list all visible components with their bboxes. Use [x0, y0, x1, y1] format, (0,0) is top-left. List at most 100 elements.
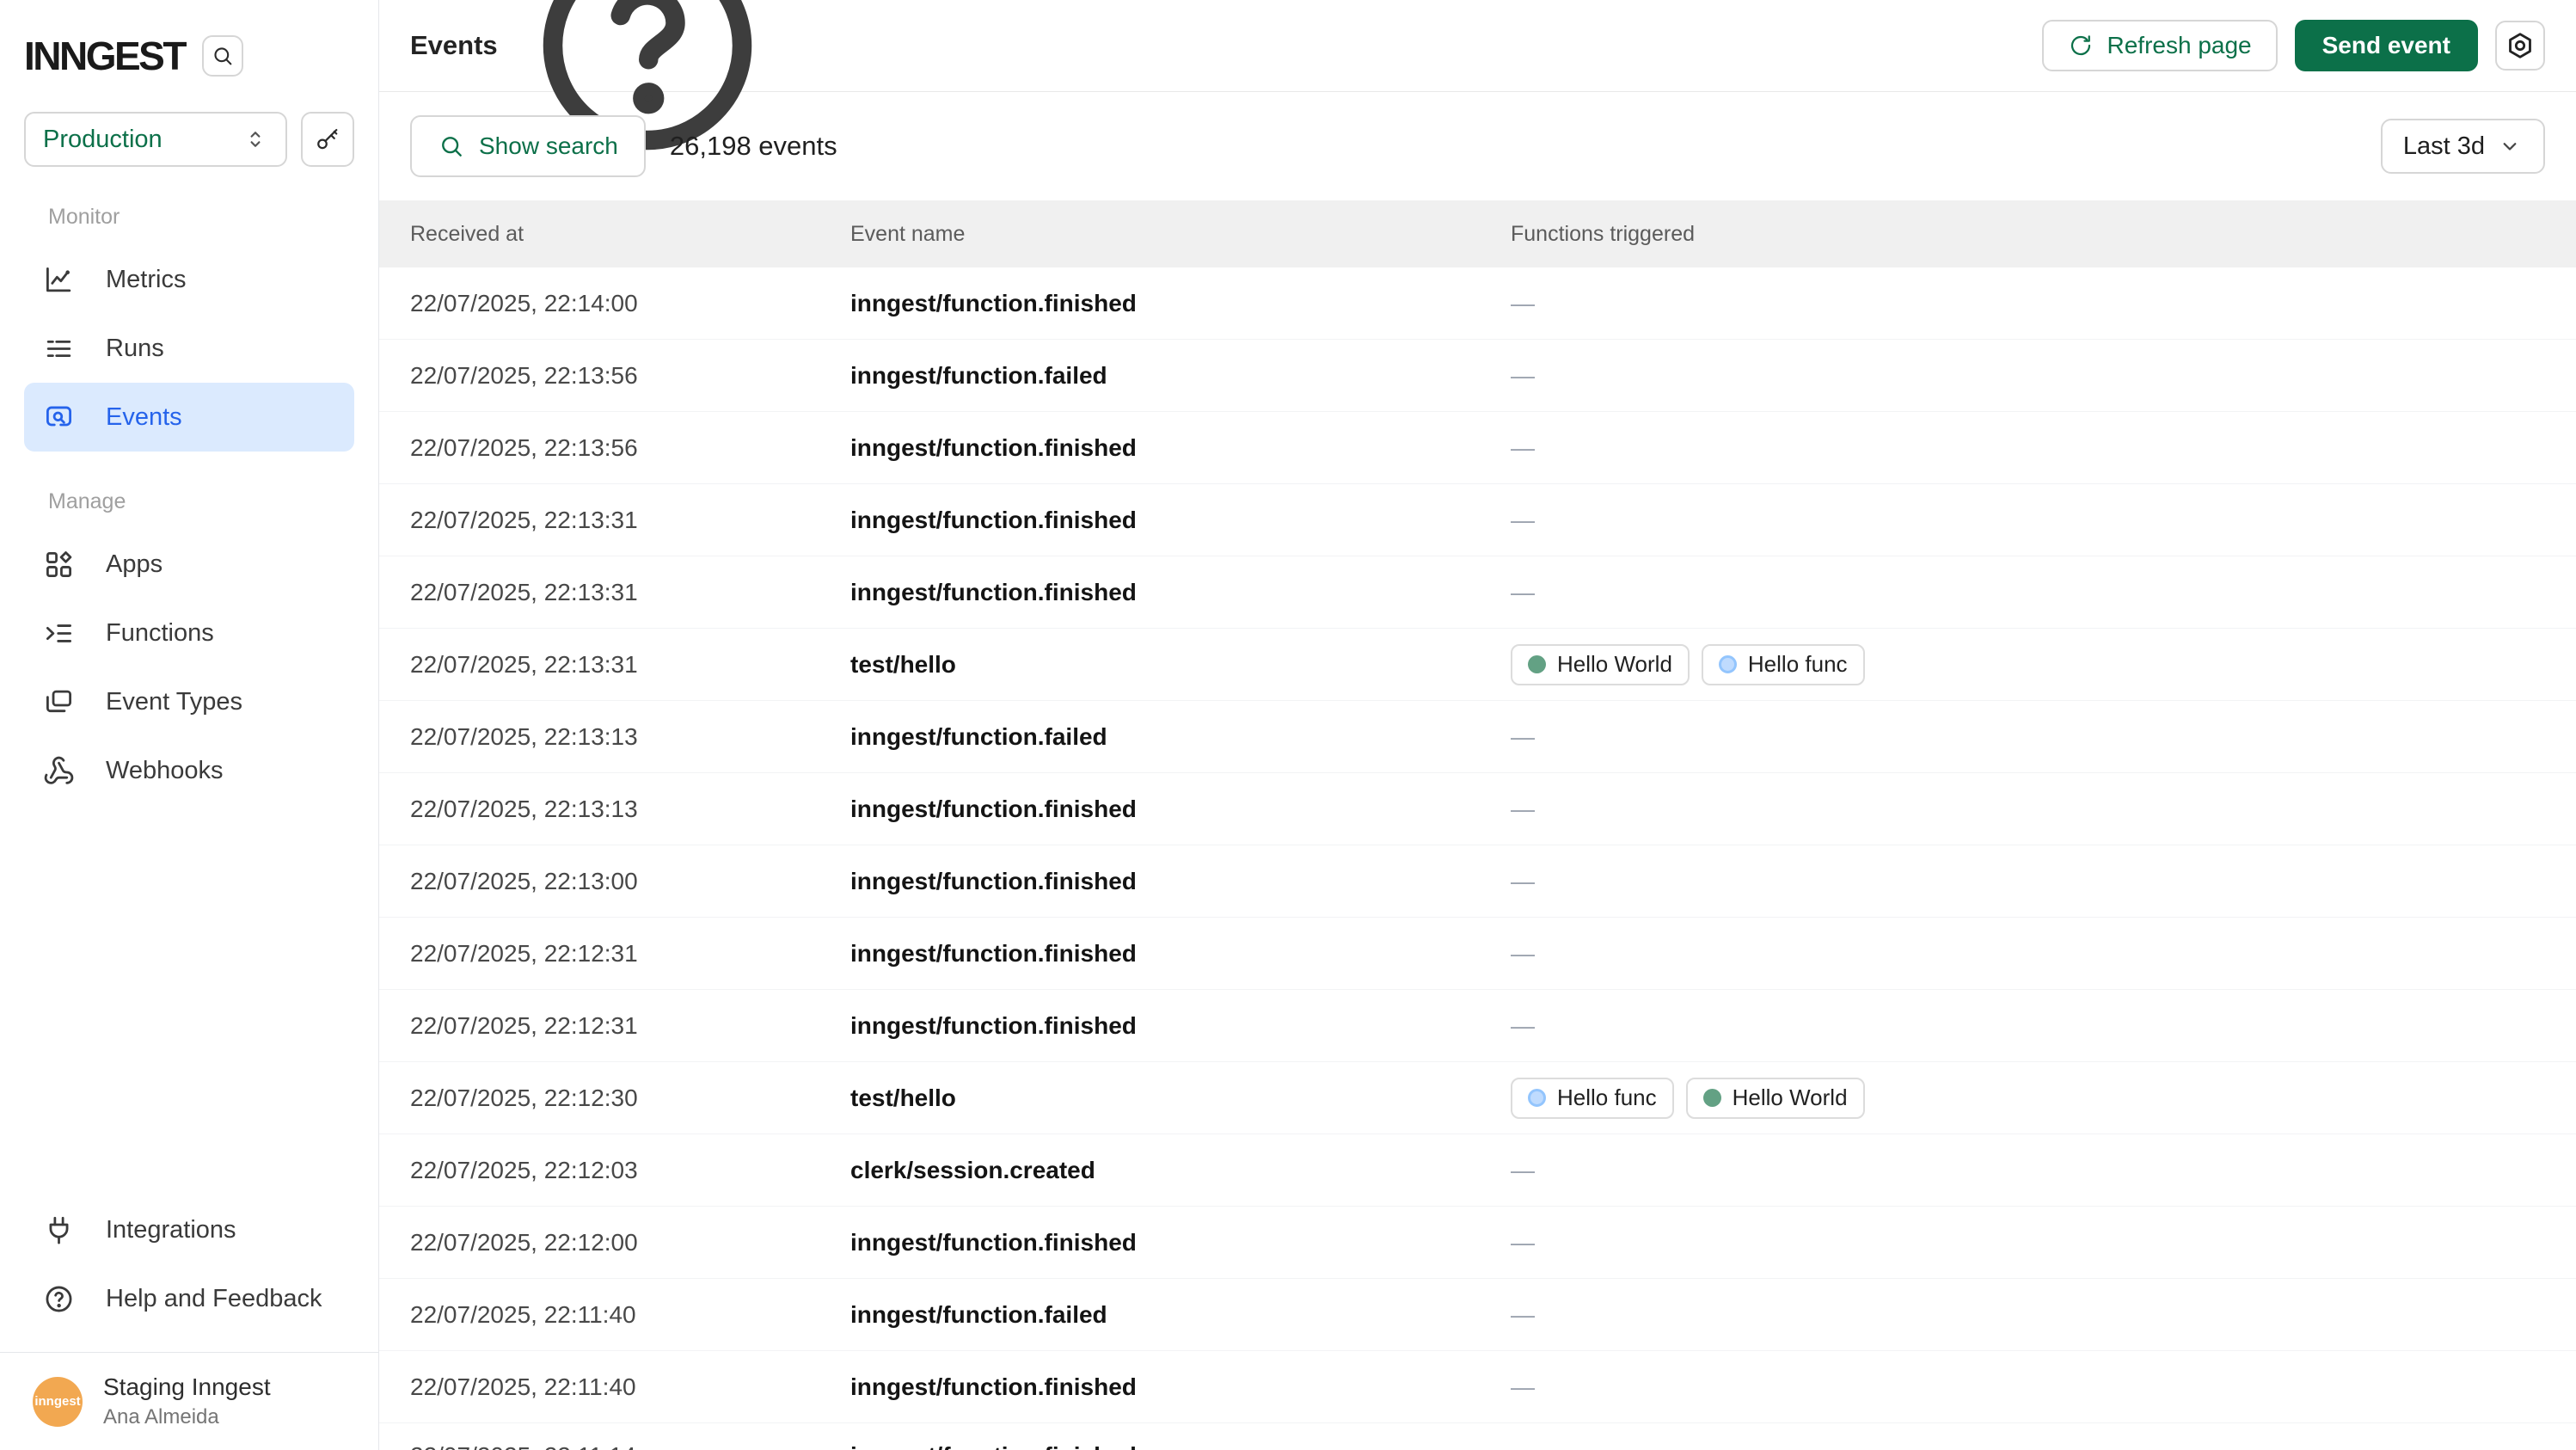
column-header-functions-triggered: Functions triggered	[1480, 222, 2576, 247]
function-badge[interactable]: Hello func	[1702, 644, 1865, 685]
functions-triggered-cell: —	[1480, 1229, 2576, 1256]
time-range-select[interactable]: Last 3d	[2381, 119, 2545, 174]
event-name-cell: inngest/function.failed	[819, 723, 1480, 751]
show-search-label: Show search	[479, 132, 618, 160]
column-header-event-name: Event name	[819, 222, 1480, 247]
account-menu[interactable]: inngest Staging Inngest Ana Almeida	[0, 1352, 378, 1450]
table-row[interactable]: 22/07/2025, 22:13:31 inngest/function.fi…	[379, 556, 2576, 629]
function-badge[interactable]: Hello func	[1511, 1078, 1674, 1119]
no-functions-marker: —	[1511, 1373, 1535, 1400]
functions-triggered-cell: —	[1480, 723, 2576, 751]
plug-icon	[43, 1214, 75, 1246]
function-status-dot	[1719, 655, 1737, 673]
sidebar-section-items: Apps Functions Event Types Webhooks	[24, 530, 354, 805]
table-row[interactable]: 22/07/2025, 22:12:31 inngest/function.fi…	[379, 990, 2576, 1062]
event-name-cell: inngest/function.finished	[819, 579, 1480, 606]
table-row[interactable]: 22/07/2025, 22:13:31 inngest/function.fi…	[379, 484, 2576, 556]
no-functions-marker: —	[1511, 507, 1535, 533]
event-name-cell: inngest/function.finished	[819, 1423, 1480, 1450]
function-badge-label: Hello func	[1748, 651, 1848, 678]
sidebar-item-events[interactable]: Events	[24, 383, 354, 452]
send-event-button[interactable]: Send event	[2295, 20, 2478, 71]
function-badge[interactable]: Hello World	[1511, 644, 1690, 685]
key-icon	[315, 126, 340, 152]
table-row[interactable]: 22/07/2025, 22:13:56 inngest/function.fa…	[379, 340, 2576, 412]
received-at-cell: 22/07/2025, 22:13:13	[379, 723, 819, 751]
sidebar-item-metrics[interactable]: Metrics	[24, 245, 354, 314]
select-chevrons-icon	[242, 126, 268, 152]
received-at-cell: 22/07/2025, 22:12:00	[379, 1229, 819, 1256]
event-name-cell: inngest/function.finished	[819, 1373, 1480, 1401]
table-row[interactable]: 22/07/2025, 22:12:00 inngest/function.fi…	[379, 1207, 2576, 1279]
event-name-cell: test/hello	[819, 1084, 1480, 1112]
received-at-cell: 22/07/2025, 22:13:56	[379, 362, 819, 390]
sidebar-item-integrations[interactable]: Integrations	[24, 1195, 354, 1264]
table-row[interactable]: 22/07/2025, 22:13:13 inngest/function.fa…	[379, 701, 2576, 773]
sidebar-item-label: Metrics	[106, 266, 186, 294]
received-at-cell: 22/07/2025, 22:14:00	[379, 290, 819, 317]
event-name-cell: inngest/function.finished	[819, 434, 1480, 462]
sidebar-item-webhooks[interactable]: Webhooks	[24, 736, 354, 805]
table-row[interactable]: 22/07/2025, 22:12:31 inngest/function.fi…	[379, 918, 2576, 990]
functions-triggered-cell: Hello func Hello World	[1480, 1078, 2576, 1119]
avatar: inngest	[33, 1377, 83, 1427]
sidebar-item-help-and-feedback[interactable]: Help and Feedback	[24, 1264, 354, 1333]
table-row[interactable]: 22/07/2025, 22:13:56 inngest/function.fi…	[379, 412, 2576, 484]
sidebar-item-functions[interactable]: Functions	[24, 599, 354, 667]
functions-triggered-cell: —	[1480, 1012, 2576, 1040]
table-row[interactable]: 22/07/2025, 22:13:31 test/hello Hello Wo…	[379, 629, 2576, 701]
event-name-cell: test/hello	[819, 651, 1480, 679]
account-org-name: Staging Inngest	[103, 1373, 271, 1401]
table-header: Received at Event name Functions trigger…	[379, 200, 2576, 267]
sidebar-item-apps[interactable]: Apps	[24, 530, 354, 599]
table-row[interactable]: 22/07/2025, 22:11:40 inngest/function.fi…	[379, 1351, 2576, 1423]
functions-triggered-cell: —	[1480, 796, 2576, 823]
table-row[interactable]: 22/07/2025, 22:13:13 inngest/function.fi…	[379, 773, 2576, 845]
no-functions-marker: —	[1511, 940, 1535, 967]
functions-icon	[43, 617, 75, 649]
event-name-cell: inngest/function.failed	[819, 362, 1480, 390]
sidebar-section-label: Manage	[24, 489, 354, 514]
table-row[interactable]: 22/07/2025, 22:12:30 test/hello Hello fu…	[379, 1062, 2576, 1134]
sidebar: INNGEST Production Monitor Metrics Runs …	[0, 0, 379, 1450]
no-functions-marker: —	[1511, 290, 1535, 316]
event-keys-button[interactable]	[301, 112, 354, 167]
functions-triggered-cell: —	[1480, 579, 2576, 606]
refresh-icon	[2068, 33, 2094, 58]
table-row[interactable]: 22/07/2025, 22:13:00 inngest/function.fi…	[379, 845, 2576, 918]
refresh-page-button[interactable]: Refresh page	[2042, 20, 2278, 71]
table-row[interactable]: 22/07/2025, 22:11:40 inngest/function.fa…	[379, 1279, 2576, 1351]
sidebar-section-label: Monitor	[24, 205, 354, 230]
table-row[interactable]: 22/07/2025, 22:11:14 inngest/function.fi…	[379, 1423, 2576, 1450]
sidebar-footer-nav: Integrations Help and Feedback	[0, 1195, 378, 1352]
functions-triggered-cell: Hello World Hello func	[1480, 644, 2576, 685]
settings-button[interactable]	[2495, 21, 2545, 71]
apps-icon	[43, 549, 75, 581]
sidebar-item-event-types[interactable]: Event Types	[24, 667, 354, 736]
help-icon	[43, 1283, 75, 1315]
environment-select[interactable]: Production	[24, 112, 287, 167]
global-search-button[interactable]	[202, 35, 243, 77]
sidebar-item-label: Webhooks	[106, 757, 224, 785]
gear-icon	[2505, 31, 2535, 60]
column-header-received-at: Received at	[379, 222, 819, 247]
refresh-page-label: Refresh page	[2107, 32, 2252, 59]
functions-triggered-cell: —	[1480, 1157, 2576, 1184]
function-badge-label: Hello World	[1733, 1084, 1848, 1111]
received-at-cell: 22/07/2025, 22:12:30	[379, 1084, 819, 1112]
environment-selected-label: Production	[43, 126, 163, 154]
received-at-cell: 22/07/2025, 22:12:03	[379, 1157, 819, 1184]
table-row[interactable]: 22/07/2025, 22:12:03 clerk/session.creat…	[379, 1134, 2576, 1207]
event-name-cell: inngest/function.finished	[819, 290, 1480, 317]
no-functions-marker: —	[1511, 723, 1535, 750]
show-search-button[interactable]: Show search	[410, 115, 646, 177]
received-at-cell: 22/07/2025, 22:13:31	[379, 579, 819, 606]
sidebar-item-runs[interactable]: Runs	[24, 314, 354, 383]
function-badge[interactable]: Hello World	[1686, 1078, 1865, 1119]
table-row[interactable]: 22/07/2025, 22:14:00 inngest/function.fi…	[379, 267, 2576, 340]
function-badge-label: Hello World	[1557, 651, 1672, 678]
inngest-logo: INNGEST	[24, 33, 185, 79]
sidebar-spacer	[0, 805, 378, 1195]
search-icon	[438, 132, 465, 160]
no-functions-marker: —	[1511, 1012, 1535, 1039]
